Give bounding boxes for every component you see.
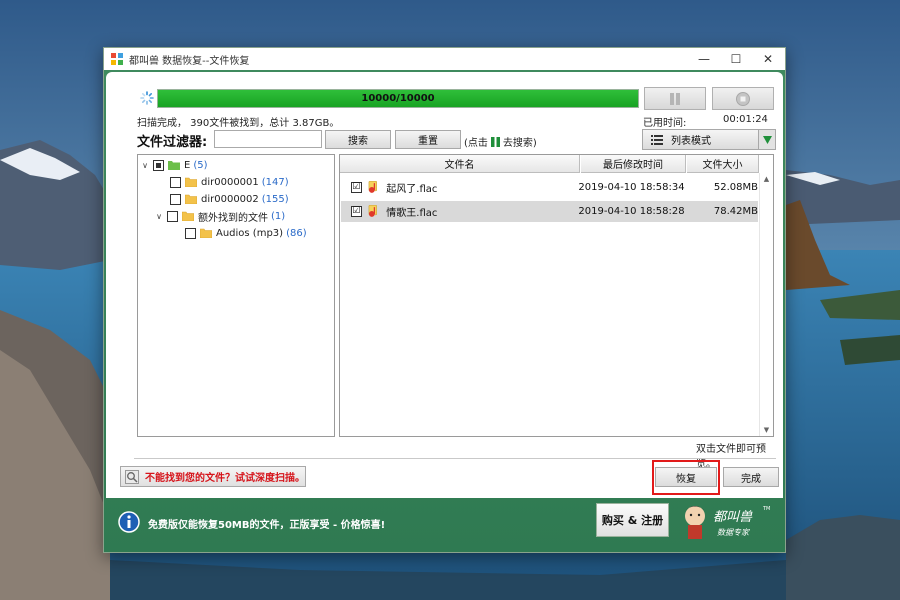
chevron-down-icon[interactable]: ∨ xyxy=(154,212,164,221)
tree-node-count: (1) xyxy=(271,210,286,222)
folder-icon xyxy=(185,177,197,187)
logo-trademark: TM xyxy=(762,506,770,512)
main-panel: 10000/10000 扫描完成， 390文件被找到，总计 3.87GB。 已用… xyxy=(106,72,783,498)
buy-register-button[interactable]: 购买 & 注册 xyxy=(596,503,669,537)
file-checkbox[interactable]: ☑ xyxy=(351,182,362,193)
audio-file-icon xyxy=(368,181,377,193)
vertical-scrollbar[interactable]: ▲ ▼ xyxy=(759,173,773,436)
search-button[interactable]: 搜索 xyxy=(325,130,391,149)
tree-checkbox[interactable] xyxy=(170,193,181,205)
recover-highlight-box xyxy=(652,460,720,495)
tree-node-count: (147) xyxy=(261,176,289,188)
search-hint-suffix: 去搜索) xyxy=(502,138,537,149)
file-size: 52.08MB xyxy=(713,182,758,193)
search-hint-prefix: (点击 xyxy=(464,138,488,149)
close-icon[interactable]: ✕ xyxy=(752,48,784,70)
tree-node-label: dir0000002 xyxy=(201,193,259,205)
scroll-down-icon[interactable]: ▼ xyxy=(760,424,773,436)
window-title: 都叫兽 数据恢复--文件恢复 xyxy=(129,55,250,67)
view-mode-select[interactable]: 列表模式 xyxy=(642,129,776,150)
file-filter-label: 文件过滤器: xyxy=(137,135,208,150)
scroll-up-icon[interactable]: ▲ xyxy=(760,173,773,185)
elapsed-time-value: 00:01:24 xyxy=(723,114,768,125)
tree-checkbox[interactable] xyxy=(170,176,181,188)
tree-node-audios[interactable]: Audios (mp3) (86) xyxy=(182,225,307,241)
tree-node-label: Audios (mp3) xyxy=(216,227,284,239)
folder-icon xyxy=(185,194,197,204)
list-view-icon xyxy=(651,134,663,145)
pause-button[interactable] xyxy=(644,87,706,110)
pause-icon xyxy=(670,92,680,105)
tree-node-count: (5) xyxy=(193,159,208,171)
filter-bars-icon xyxy=(490,136,500,147)
loading-spinner-icon xyxy=(140,91,154,105)
file-name: 情歌王.flac xyxy=(386,208,438,219)
scan-summary: 扫描完成， 390文件被找到，总计 3.87GB。 xyxy=(137,118,340,129)
minimize-icon[interactable]: — xyxy=(688,48,720,70)
tree-node-dir1[interactable]: dir0000001 (147) xyxy=(167,174,289,190)
tree-node-label: 额外找到的文件 xyxy=(198,212,268,224)
tree-node-dir2[interactable]: dir0000002 (155) xyxy=(167,191,289,207)
column-header-size[interactable]: 文件大小 xyxy=(687,155,759,173)
finish-button[interactable]: 完成 xyxy=(723,467,779,487)
brand-logo: 都叫兽 数据专家 TM xyxy=(685,506,770,539)
stop-button[interactable] xyxy=(712,87,774,110)
title-bar[interactable]: 都叫兽 数据恢复--文件恢复 — ☐ ✕ xyxy=(104,48,785,70)
folder-tree: ∨ E (5) dir0000001 (147) dir0000002 (155… xyxy=(137,154,335,437)
tree-node-label: E xyxy=(184,159,191,171)
file-list-header: 文件名 最后修改时间 文件大小 xyxy=(340,155,773,173)
elapsed-time-label: 已用时间: xyxy=(643,118,687,129)
file-row[interactable]: ☑ 情歌王.flac 2019-04-10 18:58:28 78.42MB xyxy=(341,201,758,222)
file-size: 78.42MB xyxy=(713,206,758,217)
progress-text: 10000/10000 xyxy=(361,93,435,104)
tree-node-drive[interactable]: ∨ E (5) xyxy=(140,157,208,173)
audio-file-icon xyxy=(368,205,377,217)
file-checkbox[interactable]: ☑ xyxy=(351,206,362,217)
logo-text-sub: 数据专家 xyxy=(717,528,750,537)
file-name: 起风了.flac xyxy=(386,184,438,195)
reset-button[interactable]: 重置 xyxy=(395,130,461,149)
stop-icon xyxy=(736,91,750,106)
divider xyxy=(134,458,776,459)
tree-checkbox[interactable] xyxy=(185,227,196,239)
maximize-icon[interactable]: ☐ xyxy=(720,48,752,70)
app-logo-icon xyxy=(111,53,123,65)
tree-checkbox[interactable] xyxy=(153,159,164,171)
column-header-modified[interactable]: 最后修改时间 xyxy=(581,155,686,173)
file-filter-input[interactable] xyxy=(214,130,322,148)
tree-node-count: (86) xyxy=(286,227,307,239)
folder-icon xyxy=(168,161,180,170)
chevron-down-icon[interactable]: ∨ xyxy=(140,161,150,170)
file-modified: 2019-04-10 18:58:34 xyxy=(578,182,685,193)
app-frame: 10000/10000 扫描完成， 390文件被找到，总计 3.87GB。 已用… xyxy=(104,70,785,552)
logo-text-main: 都叫兽 xyxy=(713,510,753,525)
magnifier-icon xyxy=(125,469,139,484)
deep-scan-label: 不能找到您的文件？试试深度扫描。 xyxy=(145,473,305,484)
file-list: 文件名 最后修改时间 文件大小 ☑ 起风了.flac 2019-04-10 18… xyxy=(339,154,774,437)
recovery-window: 都叫兽 数据恢复--文件恢复 — ☐ ✕ 10000/10000 扫描完成， 3… xyxy=(103,47,786,553)
deep-scan-button[interactable]: 不能找到您的文件？试试深度扫描。 xyxy=(120,466,306,487)
folder-icon xyxy=(182,211,194,221)
search-hint: (点击 去搜索) xyxy=(464,134,537,149)
info-icon xyxy=(118,511,140,533)
tree-node-count: (155) xyxy=(261,193,289,205)
promo-text: 免费版仅能恢复50MB的文件，正版享受 - 价格惊喜! xyxy=(148,520,386,531)
view-mode-label: 列表模式 xyxy=(671,136,711,147)
tree-checkbox[interactable] xyxy=(167,210,178,222)
column-header-name[interactable]: 文件名 xyxy=(340,155,580,173)
folder-icon xyxy=(200,228,212,238)
tree-node-extra[interactable]: ∨ 额外找到的文件 (1) xyxy=(154,208,285,224)
file-row[interactable]: ☑ 起风了.flac 2019-04-10 18:58:34 52.08MB xyxy=(341,177,758,198)
file-modified: 2019-04-10 18:58:28 xyxy=(578,206,685,217)
scan-progress-bar: 10000/10000 xyxy=(157,89,639,108)
dropdown-arrow-icon[interactable] xyxy=(758,130,775,149)
tree-node-label: dir0000001 xyxy=(201,176,259,188)
